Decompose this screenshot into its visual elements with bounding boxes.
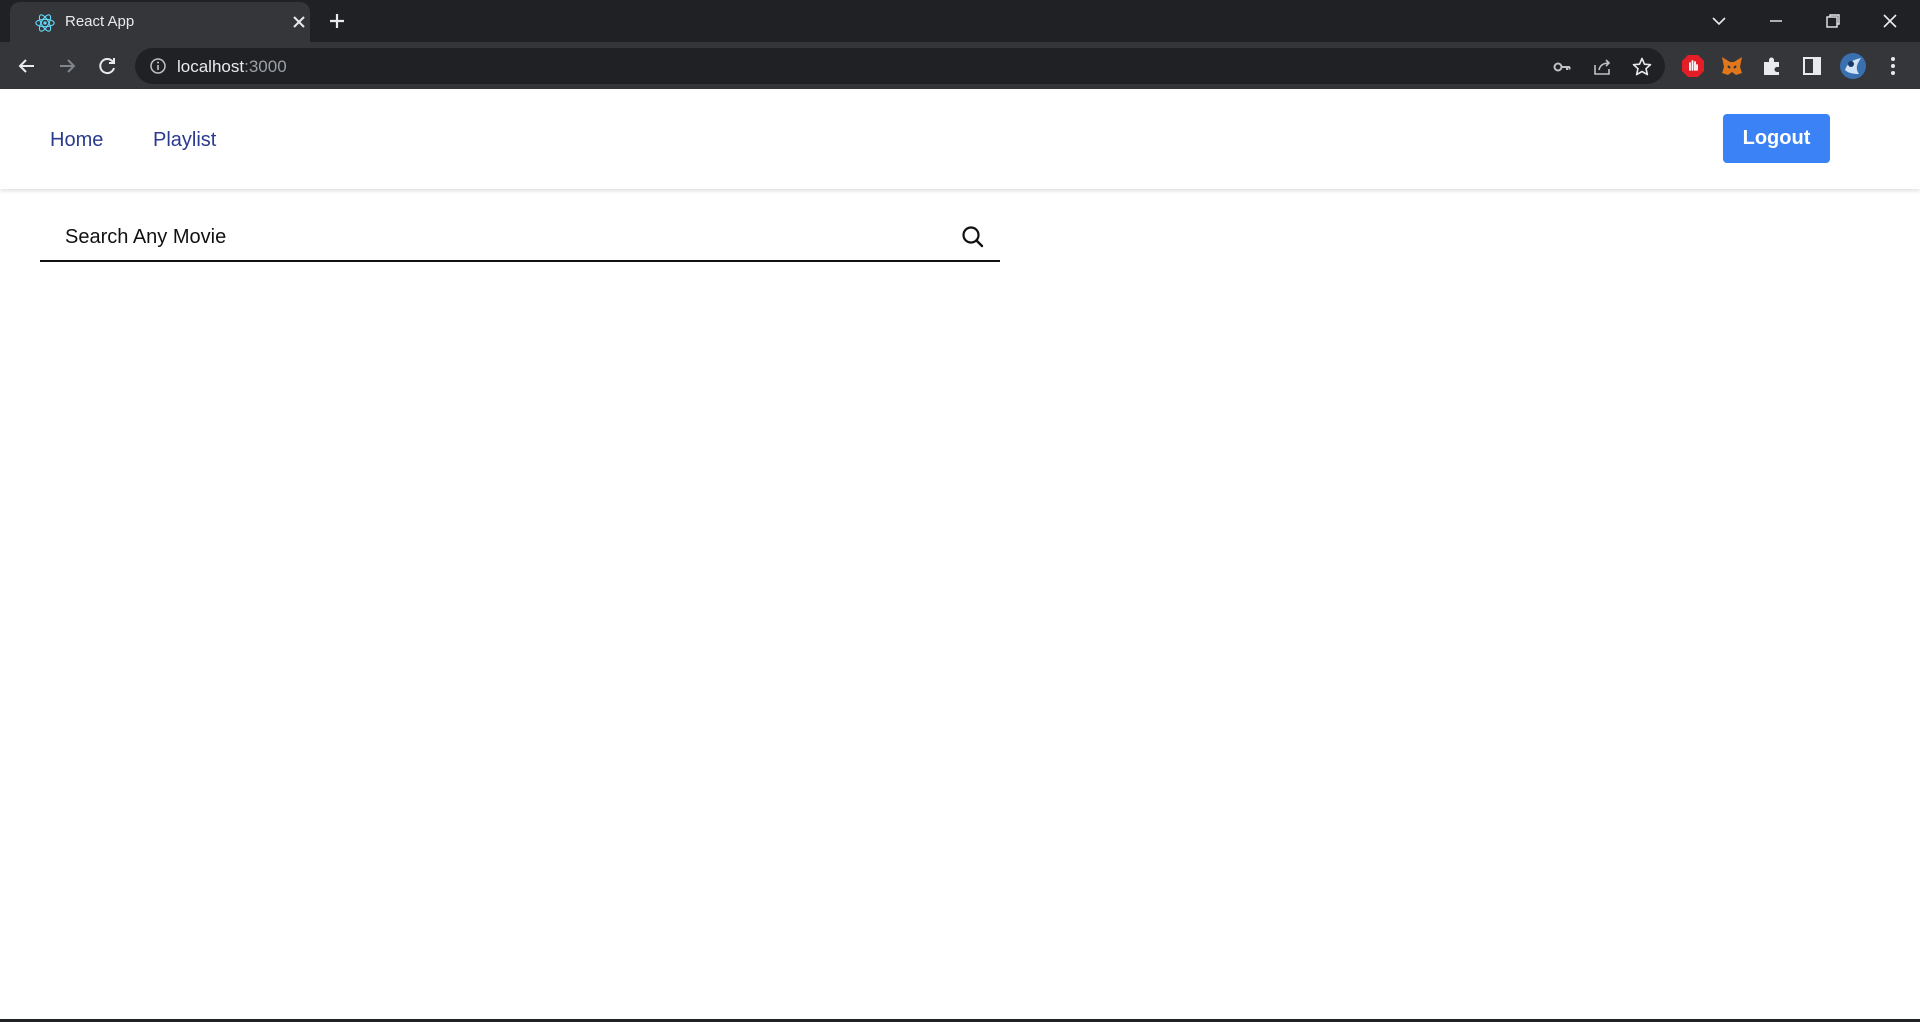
puzzle-icon[interactable] [1759, 53, 1785, 79]
minimize-icon[interactable] [1763, 8, 1789, 34]
info-icon[interactable] [149, 57, 167, 75]
tab-title: React App [65, 13, 135, 30]
reload-icon[interactable] [93, 52, 121, 80]
browser-tab[interactable]: React App [10, 2, 310, 42]
metamask-extension-icon[interactable] [1719, 53, 1745, 79]
react-logo-icon [35, 14, 55, 32]
chevron-down-icon[interactable] [1706, 8, 1732, 34]
nav-link-home[interactable]: Home [50, 129, 103, 152]
close-icon[interactable] [290, 13, 308, 31]
kebab-menu-icon[interactable] [1880, 53, 1906, 79]
logout-button[interactable]: Logout [1723, 114, 1830, 163]
search-input[interactable] [40, 214, 940, 260]
nav-link-playlist[interactable]: Playlist [153, 129, 216, 152]
share-icon[interactable] [1591, 56, 1613, 78]
arrow-left-icon[interactable] [13, 52, 41, 80]
key-icon[interactable] [1551, 56, 1573, 78]
app-navbar: Home Playlist Logout [0, 89, 1920, 189]
plus-icon[interactable] [326, 10, 348, 32]
star-icon[interactable] [1631, 56, 1653, 78]
side-panel-icon[interactable] [1799, 53, 1825, 79]
address-bar[interactable]: localhost:3000 [135, 48, 1665, 84]
arrow-right-icon[interactable] [53, 52, 81, 80]
url-port: :3000 [244, 57, 287, 76]
browser-tab-bar: React App [0, 0, 1920, 42]
adblock-extension-icon[interactable] [1680, 53, 1706, 79]
browser-toolbar: localhost:3000 [0, 42, 1920, 89]
restore-icon[interactable] [1820, 8, 1846, 34]
window-close-icon[interactable] [1877, 8, 1903, 34]
search-icon[interactable] [960, 224, 986, 250]
url-text[interactable]: localhost:3000 [177, 57, 287, 77]
url-host: localhost [177, 57, 245, 76]
search-bar [40, 214, 1000, 262]
avatar[interactable] [1839, 52, 1867, 80]
